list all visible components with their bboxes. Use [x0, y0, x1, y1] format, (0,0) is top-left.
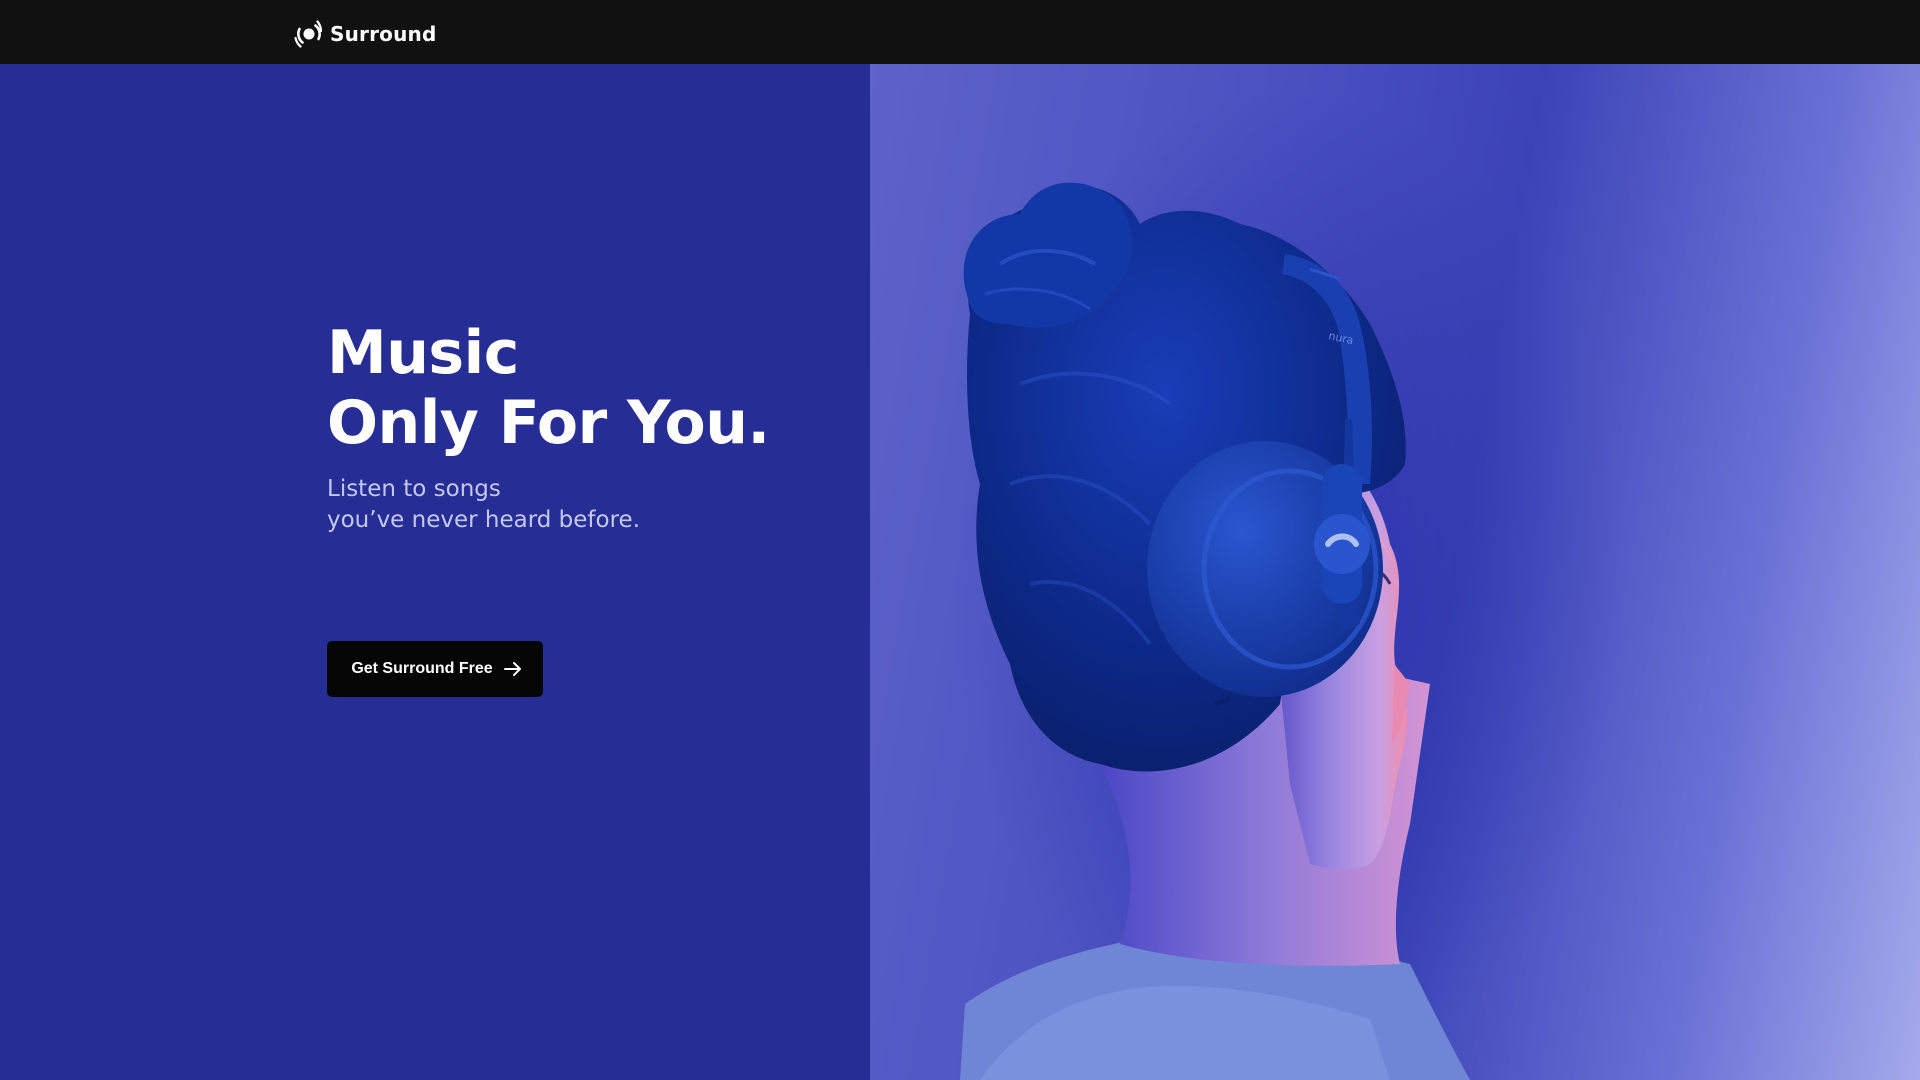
woman-with-headphones-photo: nura: [960, 182, 1470, 1080]
hero-image-panel: nura: [870, 64, 1920, 1080]
top-navigation-bar: Surround: [0, 0, 1920, 64]
get-surround-free-button[interactable]: Get Surround Free: [327, 641, 543, 697]
cta-label: Get Surround Free: [351, 660, 493, 677]
surround-logo-icon: [294, 20, 322, 48]
subheadline-line-1: Listen to songs: [327, 476, 501, 502]
arrow-right-icon: [503, 662, 521, 676]
hero-subheadline: Listen to songs you’ve never heard befor…: [327, 474, 640, 536]
hero-content-panel: [0, 64, 870, 1080]
brand-name: Surround: [330, 22, 437, 46]
hero-headline: Music Only For You.: [327, 318, 770, 458]
headline-line-2: Only For You.: [327, 388, 770, 458]
subheadline-line-2: you’ve never heard before.: [327, 507, 641, 533]
brand-link[interactable]: Surround: [294, 17, 437, 51]
headline-line-1: Music: [327, 318, 519, 388]
